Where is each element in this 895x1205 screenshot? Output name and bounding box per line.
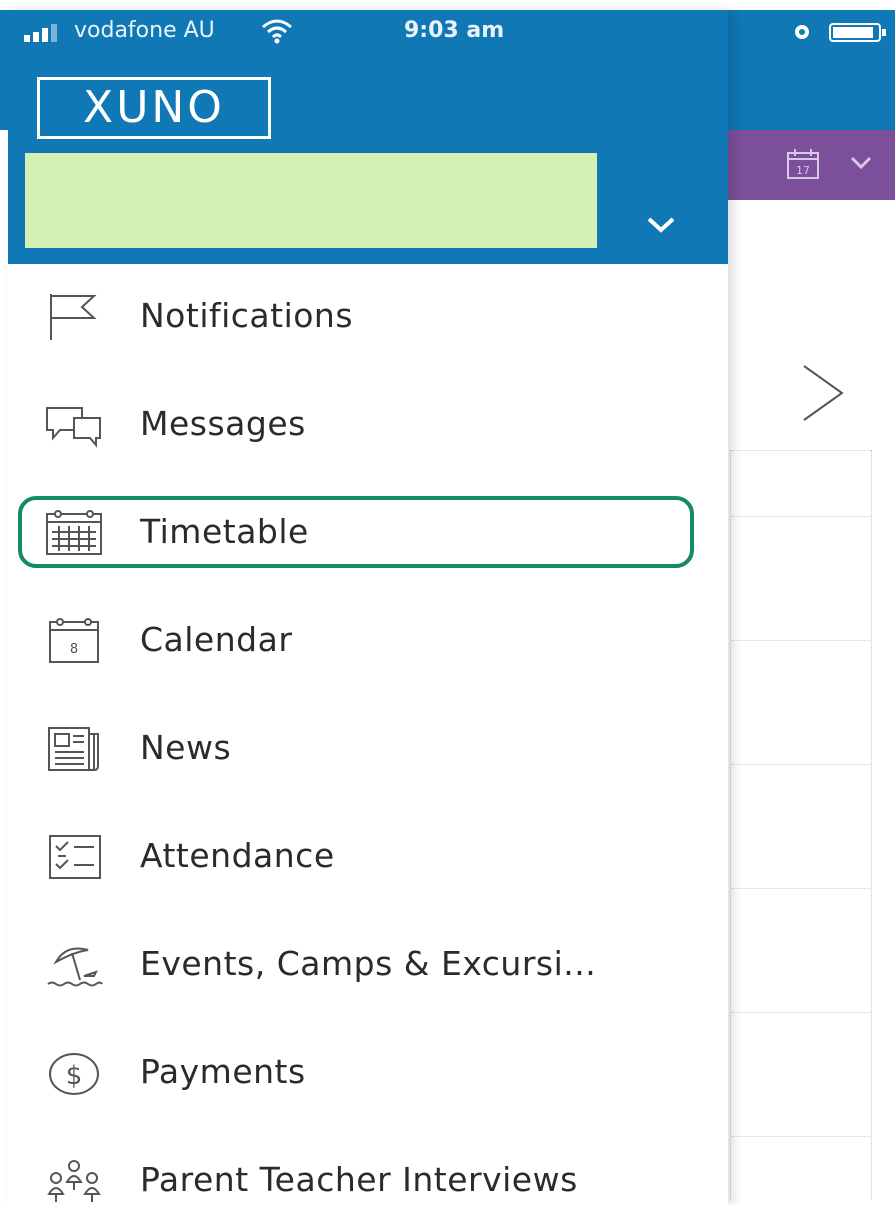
menu-label: Messages [140,404,306,443]
menu-item-calendar[interactable]: 8 Calendar [8,598,728,682]
svg-text:$: $ [66,1061,83,1091]
carrier-name: vodafone AU [74,18,215,43]
date-picker-icon[interactable]: 17 [786,148,820,180]
menu-label: Calendar [140,620,293,659]
menu-item-parent-teacher-interviews[interactable]: Parent Teacher Interviews [8,1138,728,1205]
app-screen: 17 vodafone AU 9:03 am XUNO Notification… [0,0,895,1205]
menu-item-payments[interactable]: $ Payments [8,1030,728,1114]
navigation-drawer: vodafone AU 9:03 am XUNO Notifications M… [8,10,728,1205]
dollar-icon: $ [49,1053,99,1095]
timetable-grid [730,450,872,1200]
menu-label: Payments [140,1052,306,1091]
menu-item-events[interactable]: Events, Camps & Excursi... [8,922,728,1006]
newspaper-icon [48,727,99,771]
drawer-header: vodafone AU 9:03 am XUNO [8,10,728,264]
signal-strength-icon [24,24,57,42]
menu-label: Parent Teacher Interviews [140,1160,578,1199]
chevron-down-icon[interactable] [644,214,678,236]
xuno-logo: XUNO [37,77,271,139]
flag-icon [50,294,97,340]
status-bar: vodafone AU 9:03 am [8,10,728,54]
date-dropdown-chevron-icon[interactable] [848,152,874,172]
menu-item-notifications[interactable]: Notifications [8,274,728,358]
date-picker-day: 17 [796,164,810,177]
beach-umbrella-icon [47,947,103,987]
chat-bubbles-icon [46,407,101,448]
people-meeting-icon [47,1160,101,1202]
status-time: 9:03 am [404,18,505,43]
menu-item-messages[interactable]: Messages [8,382,728,466]
account-selector[interactable] [25,153,597,248]
menu-item-news[interactable]: News [8,706,728,790]
calendar-icon: 8 [49,618,99,663]
alarm-battery-indicator [795,23,886,42]
checklist-icon [49,835,101,879]
menu-label: Notifications [140,296,354,335]
menu-label: Events, Camps & Excursi... [140,944,597,983]
menu-label: News [140,728,232,767]
menu-label: Attendance [140,836,335,875]
next-arrow-icon[interactable] [800,362,846,424]
timetable-highlight-outline [18,496,694,568]
menu-item-attendance[interactable]: Attendance [8,814,728,898]
calendar-day: 8 [70,642,78,657]
wifi-icon [262,19,292,44]
